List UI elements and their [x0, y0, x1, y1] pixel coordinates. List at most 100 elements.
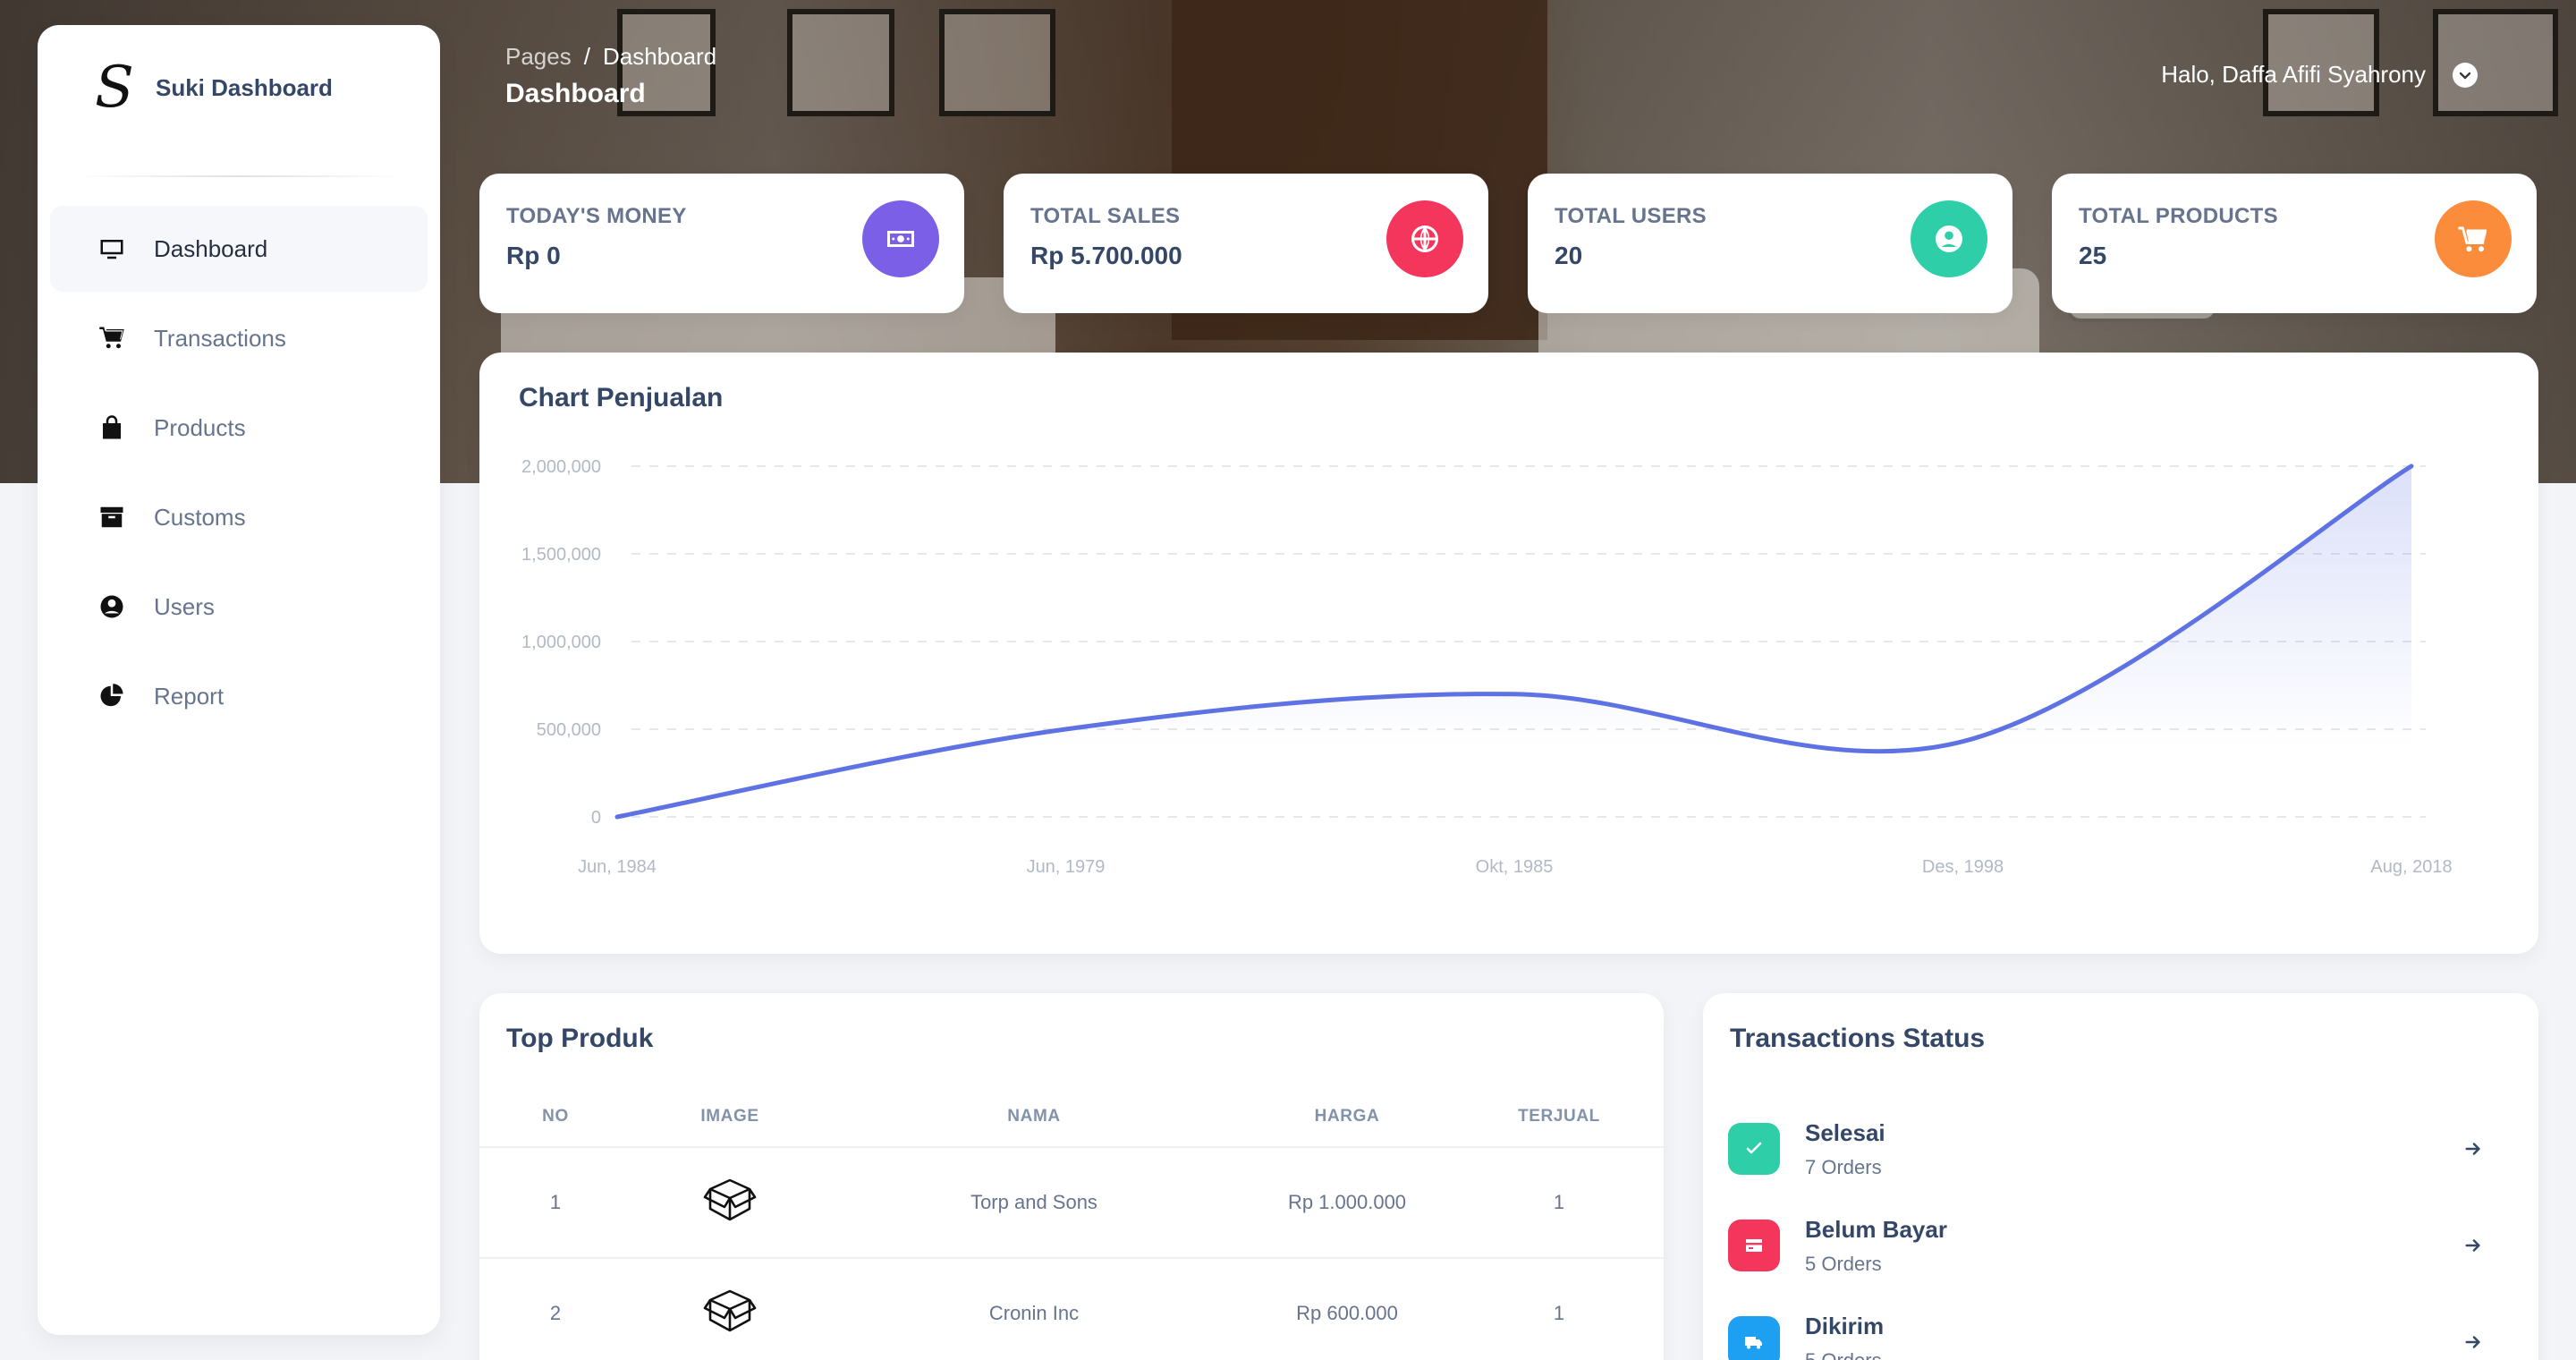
status-item-selesai[interactable]: Selesai 7 Orders [1728, 1101, 2513, 1197]
column-header-no: NO [479, 1086, 631, 1148]
sales-chart: 0 500,000 1,000,000 1,500,000 2,000,000 Jun,… [521, 457, 2453, 877]
breadcrumb: Pages / Dashboard [505, 43, 716, 71]
sidebar-divider [73, 175, 404, 177]
cart-icon [2435, 200, 2512, 277]
column-header-harga: HARGA [1240, 1086, 1454, 1148]
stat-label: TODAY'S MONEY [506, 204, 687, 228]
column-header-nama: NAMA [828, 1086, 1240, 1148]
box-icon [701, 1289, 758, 1344]
cell-no: 1 [479, 1147, 631, 1259]
chevron-down-icon[interactable] [2453, 62, 2478, 88]
sidebar-item-products[interactable]: Products [50, 385, 428, 471]
box-icon [701, 1178, 758, 1233]
sales-chart-card: Chart Penjualan 0 500,000 1,000,000 1,500,0… [479, 353, 2538, 954]
sidebar-item-label: Products [154, 413, 246, 441]
cart-icon [97, 323, 127, 353]
arrow-right-icon[interactable] [2460, 1329, 2487, 1356]
y-tick-label: 1,500,000 [521, 545, 601, 565]
sidebar-item-customs[interactable]: Customs [50, 474, 428, 560]
x-tick-label: Jun, 1979 [1027, 857, 1106, 877]
arrow-right-icon[interactable] [2460, 1232, 2487, 1259]
cell-image [631, 1258, 828, 1360]
globe-icon [1386, 200, 1463, 277]
cell-no: 2 [479, 1258, 631, 1360]
bag-icon [97, 412, 127, 443]
x-tick-label: Okt, 1985 [1476, 857, 1554, 877]
transactions-status-title: Transactions Status [1730, 1024, 1986, 1053]
stat-card-total-sales: TOTAL SALES Rp 5.700.000 [1004, 174, 1488, 313]
brand-logo: S [95, 55, 134, 121]
sidebar-item-report[interactable]: Report [50, 653, 428, 739]
stat-card-total-products: TOTAL PRODUCTS 25 [2052, 174, 2537, 313]
status-name: Dikirim [1805, 1312, 1885, 1339]
sidebar-item-users[interactable]: Users [50, 564, 428, 650]
status-item-belum-bayar[interactable]: Belum Bayar 5 Orders [1728, 1197, 2513, 1294]
archive-icon [97, 502, 127, 532]
sidebar-nav: Dashboard Transactions Products Customs … [38, 206, 440, 739]
x-tick-label: Des, 1998 [1922, 857, 2004, 877]
sidebar-item-label: Dashboard [154, 234, 268, 262]
table-row[interactable]: 2 Cronin Inc Rp 600.000 1 [479, 1258, 1664, 1360]
breadcrumb-root[interactable]: Pages [505, 43, 572, 70]
sidebar-item-label: Customs [154, 503, 246, 531]
breadcrumb-separator: / [583, 43, 590, 70]
user-greeting: Halo, Daffa Afifi Syahrony [2161, 61, 2426, 88]
monitor-icon [97, 234, 127, 264]
user-icon [1911, 200, 1987, 277]
stat-value: 20 [1555, 242, 1583, 269]
stat-card-todays-money: TODAY'S MONEY Rp 0 [479, 174, 964, 313]
money-icon [862, 200, 939, 277]
arrow-right-icon[interactable] [2460, 1135, 2487, 1162]
breadcrumb-current: Dashboard [602, 43, 717, 70]
pie-chart-icon [97, 681, 127, 711]
status-count: 5 Orders [1805, 1252, 1882, 1275]
cell-harga: Rp 1.000.000 [1240, 1147, 1454, 1259]
status-count: 7 Orders [1805, 1155, 1882, 1178]
y-tick-label: 500,000 [537, 720, 601, 740]
stat-label: TOTAL USERS [1555, 204, 1707, 228]
cell-terjual: 1 [1454, 1258, 1664, 1360]
page-title: Dashboard [505, 79, 646, 108]
y-tick-label: 2,000,000 [521, 457, 601, 477]
sidebar-item-dashboard[interactable]: Dashboard [50, 206, 428, 292]
credit-card-icon [1728, 1220, 1780, 1271]
truck-icon [1728, 1316, 1780, 1360]
cell-nama: Torp and Sons [828, 1147, 1240, 1259]
column-header-terjual: TERJUAL [1454, 1086, 1664, 1148]
stat-card-total-users: TOTAL USERS 20 [1528, 174, 2012, 313]
stat-label: TOTAL SALES [1030, 204, 1181, 228]
stat-value: Rp 0 [506, 242, 561, 269]
status-name: Selesai [1805, 1118, 1885, 1146]
sidebar-item-label: Users [154, 592, 215, 620]
cell-nama: Cronin Inc [828, 1258, 1240, 1360]
sidebar-item-label: Report [154, 682, 225, 710]
sidebar: S Suki Dashboard Dashboard Transactions … [38, 25, 440, 1335]
transactions-status-card: Transactions Status Selesai 7 Orders Bel… [1703, 993, 2538, 1360]
stats-row: TODAY'S MONEY Rp 0 TOTAL SALES Rp 5.700.… [479, 174, 2538, 313]
status-name: Belum Bayar [1805, 1215, 1947, 1243]
y-tick-label: 0 [591, 808, 601, 828]
stat-value: Rp 5.700.000 [1030, 242, 1182, 269]
user-menu[interactable]: Halo, Daffa Afifi Syahrony [2161, 61, 2478, 89]
check-icon [1728, 1123, 1780, 1175]
status-count: 5 Orders [1805, 1348, 1882, 1360]
sidebar-item-label: Transactions [154, 324, 286, 352]
table-header-row: NO IMAGE NAMA HARGA TERJUAL [479, 1086, 1664, 1148]
cell-harga: Rp 600.000 [1240, 1258, 1454, 1360]
stat-value: 25 [2079, 242, 2107, 269]
y-tick-label: 1,000,000 [521, 633, 601, 652]
user-circle-icon [97, 591, 127, 622]
status-item-dikirim[interactable]: Dikirim 5 Orders [1728, 1294, 2513, 1360]
x-tick-label: Aug, 2018 [2370, 857, 2452, 877]
stat-label: TOTAL PRODUCTS [2079, 204, 2278, 228]
sidebar-item-transactions[interactable]: Transactions [50, 295, 428, 381]
cell-terjual: 1 [1454, 1147, 1664, 1259]
brand[interactable]: S Suki Dashboard [38, 25, 440, 150]
table-row[interactable]: 1 Torp and Sons Rp 1.000.000 1 [479, 1147, 1664, 1259]
status-list: Selesai 7 Orders Belum Bayar 5 Orders Di… [1728, 1101, 2513, 1360]
brand-name: Suki Dashboard [156, 73, 333, 101]
cell-image [631, 1147, 828, 1259]
column-header-image: IMAGE [631, 1086, 828, 1148]
x-tick-label: Jun, 1984 [578, 857, 657, 877]
top-products-title: Top Produk [506, 1024, 654, 1053]
